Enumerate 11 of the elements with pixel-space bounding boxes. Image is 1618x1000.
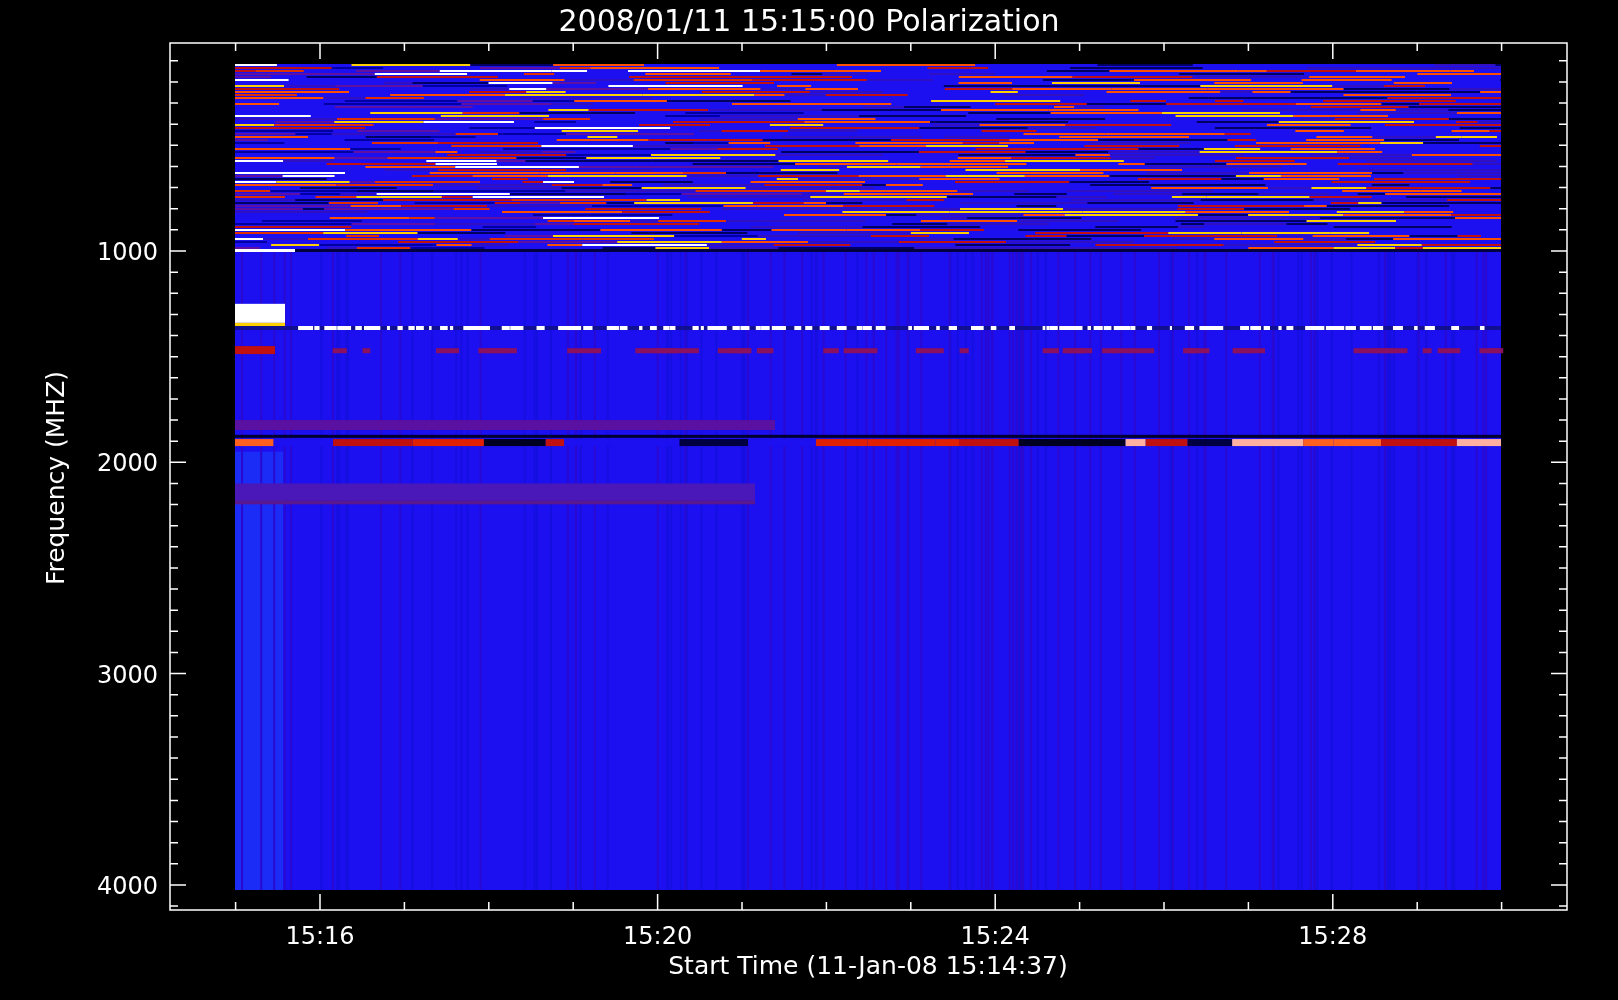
y-axis-label: Frequency (MHZ) bbox=[41, 370, 70, 586]
x-tick-label: 15:16 bbox=[285, 922, 355, 950]
x-axis-label: Start Time (11-Jan-08 15:14:37) bbox=[668, 951, 1068, 980]
y-tick-label: 3000 bbox=[96, 660, 158, 689]
x-tick-label: 15:20 bbox=[623, 922, 693, 950]
x-tick-label: 15:24 bbox=[960, 922, 1030, 950]
y-tick-label: 4000 bbox=[96, 871, 158, 900]
y-tick-label: 2000 bbox=[96, 449, 158, 478]
chart-title: 2008/01/11 15:15:00 Polarization bbox=[558, 3, 1060, 38]
y-tick-label: 1000 bbox=[96, 238, 158, 266]
x-tick-label: 15:28 bbox=[1298, 922, 1368, 950]
